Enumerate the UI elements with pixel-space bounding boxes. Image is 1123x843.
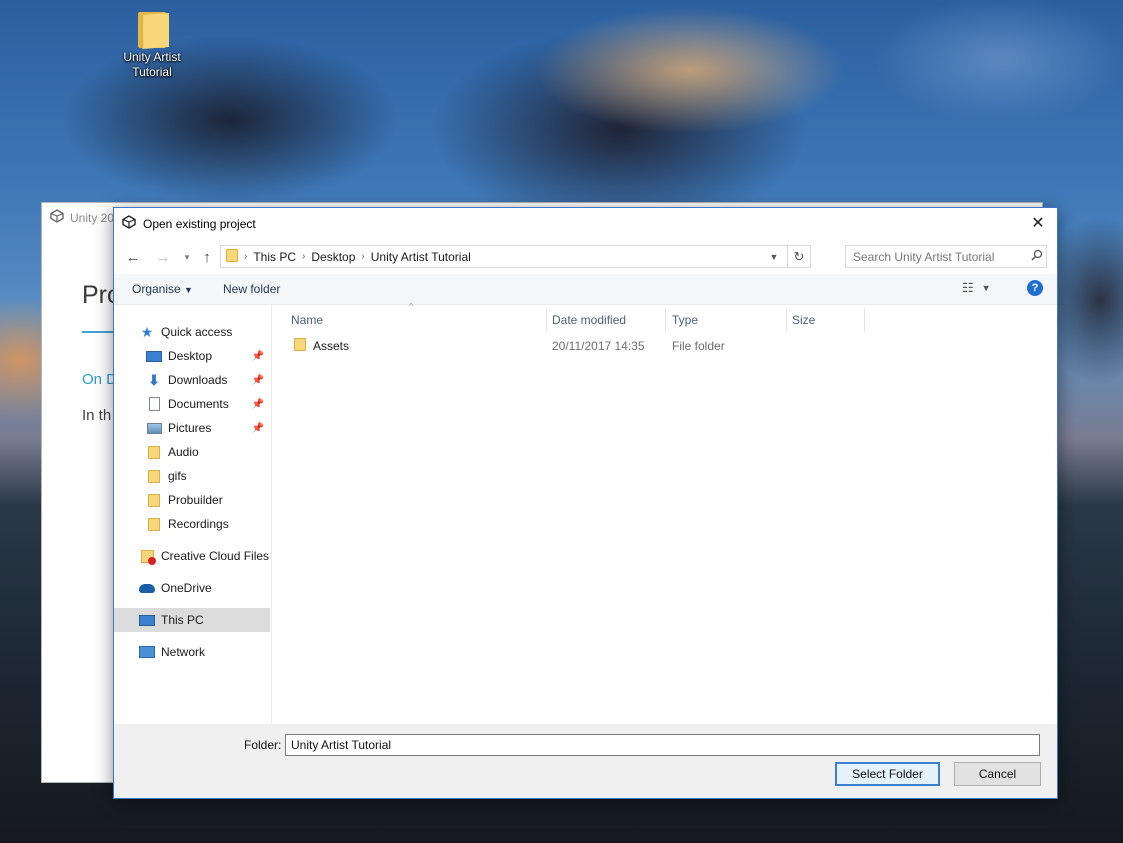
desktop-icon [146,349,162,363]
arrow-up-icon: ↑ [203,248,211,266]
nav-desktop[interactable]: Desktop 📌 [114,344,270,368]
forward-button[interactable]: → [154,248,172,266]
nav-downloads[interactable]: ⬇ Downloads 📌 [114,368,270,392]
nav-onedrive[interactable]: OneDrive [114,576,270,600]
star-icon: ★ [140,323,154,340]
bg-link[interactable]: On D [82,371,117,388]
search-input[interactable]: Search Unity Artist Tutorial [845,245,1047,268]
nav-creative-cloud[interactable]: Creative Cloud Files [114,544,270,568]
file-name: Assets [313,339,350,353]
column-divider[interactable] [665,308,666,332]
pin-icon: 📌 [251,374,264,386]
nav-documents[interactable]: Documents 📌 [114,392,270,416]
breadcrumb-separator-icon: › [244,251,248,262]
nav-probuilder[interactable]: Probuilder [114,488,270,512]
unity-logo-icon [122,215,136,232]
unity-window-title: Unity 20 [50,209,114,226]
nav-quick-access[interactable]: ★ Quick access [114,320,270,344]
column-divider[interactable] [546,308,547,332]
computer-icon [139,613,155,627]
dialog-title-bar: Open existing project [122,215,256,232]
cancel-button[interactable]: Cancel [954,762,1041,786]
file-list: ^ Name Date modified Type Size Assets 20… [272,301,1057,725]
column-header-name[interactable]: Name [291,308,323,332]
navigation-pane: ★ Quick access Desktop 📌 ⬇ Downloads 📌 D… [114,305,272,725]
refresh-icon: ↻ [793,248,805,264]
nav-this-pc[interactable]: This PC [114,608,270,632]
folder-name-input[interactable] [285,734,1040,756]
pin-icon: 📌 [251,422,264,434]
help-icon[interactable]: ? [1027,280,1043,296]
new-folder-button[interactable]: New folder [223,282,280,296]
download-icon: ⬇ [148,371,160,388]
folder-icon [146,493,162,507]
view-options-button[interactable]: ☷ ▼ [962,280,991,296]
close-icon: ✕ [1031,215,1045,232]
folder-icon [146,445,162,459]
chevron-down-icon: ▼ [184,285,193,295]
breadcrumb-separator-icon: › [361,251,365,262]
chevron-down-icon: ▼ [981,283,991,293]
refresh-button[interactable]: ↻ [787,246,810,267]
column-header-size[interactable]: Size [792,308,815,332]
desktop-folder-icon-item[interactable]: Unity Artist Tutorial [112,8,192,80]
file-date: 20/11/2017 14:35 [552,339,645,353]
network-icon [139,645,155,659]
recent-locations-button[interactable]: ▾ [178,248,196,266]
unity-logo-icon [50,209,64,226]
search-icon [1028,249,1046,264]
breadcrumb-current-folder[interactable]: Unity Artist Tutorial [371,250,471,264]
command-bar: Organise ▼ New folder ☷ ▼ ? [114,274,1057,305]
close-button[interactable]: ✕ [1027,212,1049,234]
breadcrumb-separator-icon: › [302,251,306,262]
column-header-date[interactable]: Date modified [552,308,626,332]
select-folder-button[interactable]: Select Folder [835,762,940,786]
dialog-footer: Folder: Select Folder Cancel [114,724,1057,798]
column-divider[interactable] [786,308,787,332]
up-button[interactable]: ↑ [198,248,216,266]
pin-icon: 📌 [251,350,264,362]
organise-button[interactable]: Organise ▼ [132,282,193,296]
column-divider[interactable] [864,308,865,332]
arrow-left-icon: ← [125,248,141,266]
breadcrumb-desktop[interactable]: Desktop [311,250,355,264]
desktop-icon-label: Unity Artist Tutorial [123,50,181,79]
column-header-type[interactable]: Type [672,308,698,332]
pictures-icon [146,421,162,435]
back-button[interactable]: ← [124,248,142,266]
address-dropdown-button[interactable]: ▼ [766,246,782,267]
open-project-dialog: Open existing project ✕ ← → ▾ ↑ › This P… [113,207,1058,799]
chevron-down-icon: ▼ [769,251,779,262]
nav-pictures[interactable]: Pictures 📌 [114,416,270,440]
folder-icon [294,338,306,354]
nav-network[interactable]: Network [114,640,270,664]
onedrive-icon [139,581,155,595]
document-icon [146,397,162,411]
sort-caret-icon: ^ [409,301,414,311]
dialog-title: Open existing project [143,216,256,231]
folder-icon [226,248,238,265]
address-bar[interactable]: › This PC › Desktop › Unity Artist Tutor… [220,245,811,268]
folder-icon [146,469,162,483]
table-row[interactable]: Assets 20/11/2017 14:35 File folder [284,335,864,357]
file-type: File folder [672,339,725,353]
folder-icon [136,8,169,49]
nav-gifs[interactable]: gifs [114,464,270,488]
bg-text: In th [82,407,112,424]
folder-icon [146,517,162,531]
folder-label: Folder: [244,738,282,752]
creative-cloud-icon [139,549,156,565]
search-placeholder: Search Unity Artist Tutorial [853,249,995,264]
details-view-icon: ☷ [962,280,974,295]
breadcrumb-this-pc[interactable]: This PC [253,250,296,264]
pin-icon: 📌 [251,398,264,410]
nav-audio[interactable]: Audio [114,440,270,464]
chevron-down-icon: ▾ [184,251,190,262]
arrow-right-icon: → [155,248,171,266]
nav-recordings[interactable]: Recordings [114,512,270,536]
